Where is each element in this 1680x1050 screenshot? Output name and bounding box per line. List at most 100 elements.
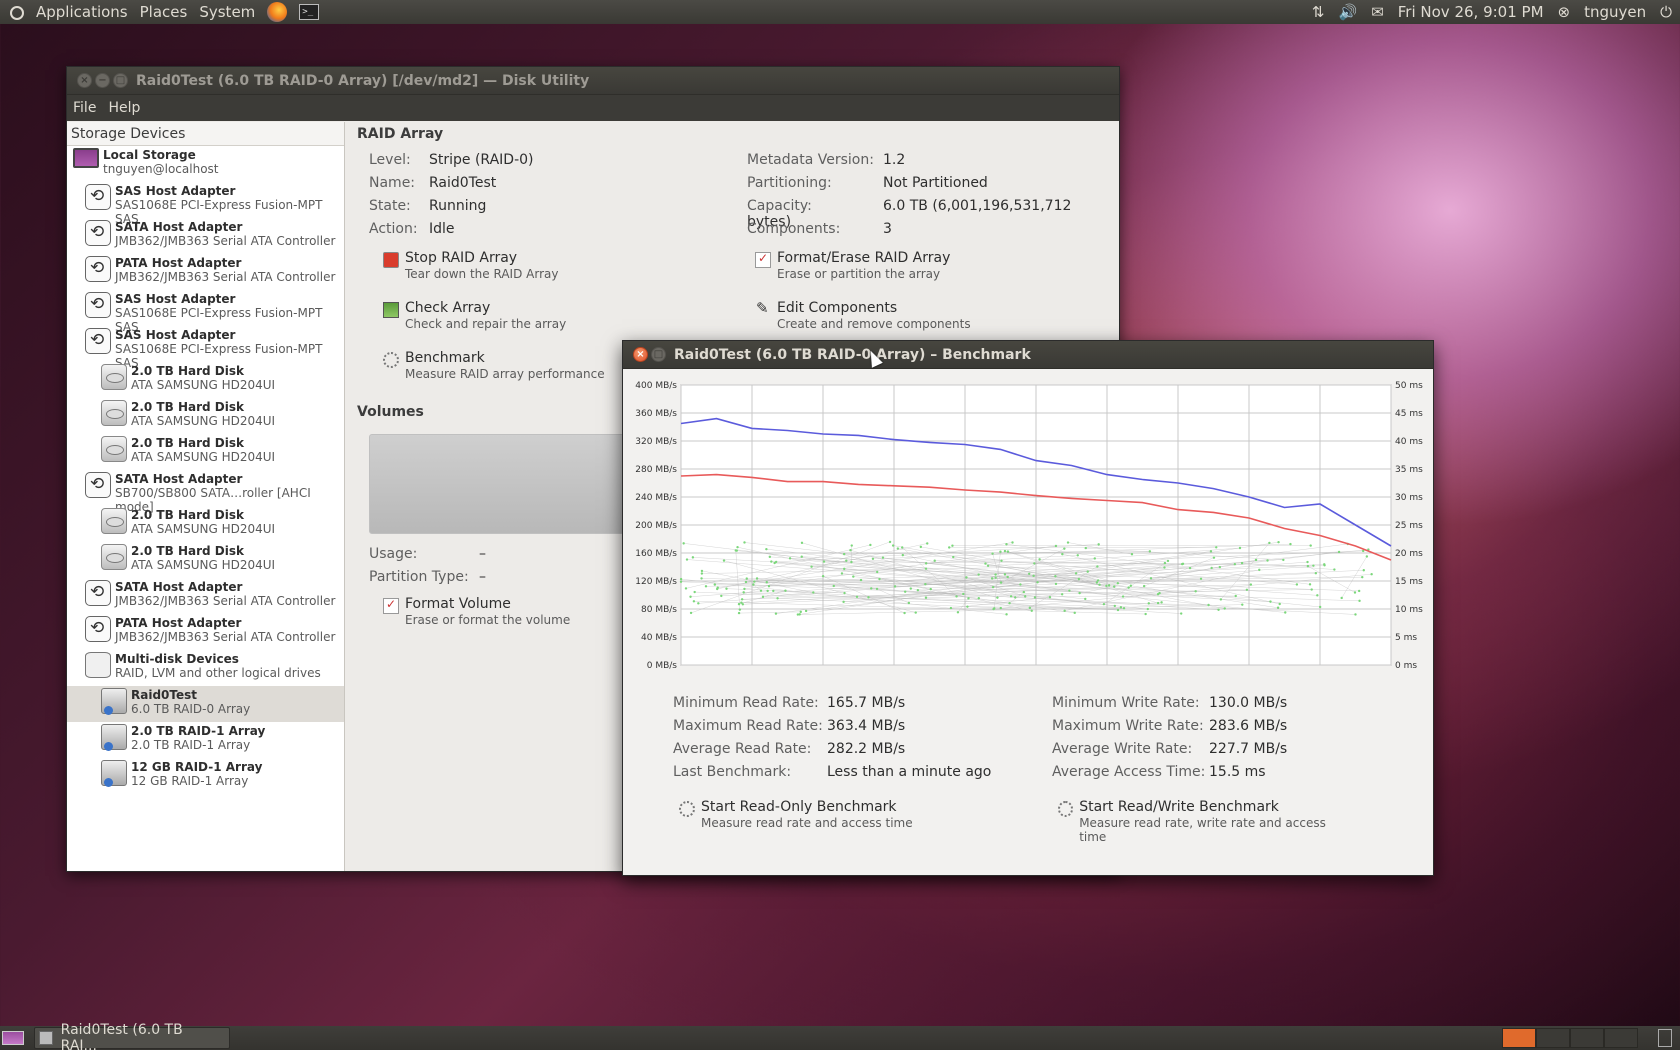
- access-time-point: [962, 592, 965, 596]
- access-time-point: [850, 560, 853, 564]
- adapter-icon: [85, 184, 111, 210]
- sidebar-item[interactable]: SATA Host AdapterJMB362/JMB363 Serial AT…: [67, 218, 344, 254]
- sidebar-item[interactable]: 2.0 TB Hard Disk ATA SAMSUNG HD204UI: [67, 398, 344, 434]
- sidebar-item-title: SAS Host Adapter: [115, 328, 236, 342]
- access-time-point: [767, 584, 771, 588]
- access-time-point: [1156, 601, 1160, 605]
- y-right-tick-label: 30 ms: [1395, 493, 1423, 503]
- sidebar-item[interactable]: Raid0Test 6.0 TB RAID-0 Array: [67, 686, 344, 722]
- access-time-point: [1148, 550, 1152, 553]
- sidebar-item[interactable]: 2.0 TB RAID-1 Array 2.0 TB RAID-1 Array: [67, 722, 344, 758]
- sidebar-item-text: 12 GB RAID-1 Array 12 GB RAID-1 Array: [131, 760, 262, 788]
- sidebar-item[interactable]: 12 GB RAID-1 Array 12 GB RAID-1 Array: [67, 758, 344, 794]
- user-status-icon[interactable]: ⊗: [1558, 3, 1571, 21]
- workspace-2[interactable]: [1536, 1028, 1570, 1048]
- benchmark-button[interactable]: Benchmark Measure RAID array performance: [383, 350, 605, 381]
- access-time-point: [924, 583, 927, 586]
- sidebar-item-title: PATA Host Adapter: [115, 616, 242, 630]
- sidebar-item[interactable]: SAS Host AdapterSAS1068E PCI-Express Fus…: [67, 326, 344, 370]
- applications-menu[interactable]: Applications: [30, 3, 134, 21]
- power-icon[interactable]: ⏻: [1660, 3, 1672, 21]
- sidebar-item[interactable]: PATA Host AdapterJMB362/JMB363 Serial AT…: [67, 614, 344, 650]
- close-icon[interactable]: ×: [633, 347, 648, 362]
- sidebar-item[interactable]: PATA Host AdapterJMB362/JMB363 Serial AT…: [67, 254, 344, 290]
- access-time-point: [700, 569, 704, 573]
- stop-raid-button[interactable]: Stop RAID Array Tear down the RAID Array: [383, 250, 558, 281]
- access-time-point: [1009, 595, 1013, 598]
- access-time-point: [798, 613, 801, 616]
- sidebar-item[interactable]: 2.0 TB Hard Disk ATA SAMSUNG HD204UI: [67, 362, 344, 398]
- file-menu[interactable]: File: [67, 100, 102, 116]
- edit-components-button[interactable]: Edit ComponentsCreate and remove compone…: [755, 300, 971, 331]
- access-time-point: [1149, 577, 1153, 580]
- taskbar-item-disk-utility[interactable]: Raid0Test (6.0 TB RAI...: [34, 1022, 230, 1050]
- maximize-icon[interactable]: □: [113, 73, 128, 88]
- access-time-point: [1084, 597, 1087, 601]
- disk-icon: [101, 364, 127, 390]
- system-menu[interactable]: System: [193, 3, 261, 21]
- terminal-icon[interactable]: >_: [299, 4, 320, 20]
- sidebar-item[interactable]: Multi-disk Devices RAID, LVM and other lo…: [67, 650, 344, 686]
- access-time-point: [1038, 558, 1041, 561]
- ubuntu-logo-icon[interactable]: [6, 2, 26, 22]
- y-left-tick-label: 400 MB/s: [635, 381, 677, 391]
- adapter-icon: [85, 616, 111, 642]
- raid-icon: [101, 724, 127, 751]
- access-time-point: [842, 552, 846, 556]
- sidebar-item[interactable]: 2.0 TB Hard Disk ATA SAMSUNG HD204UI: [67, 434, 344, 470]
- sidebar-item[interactable]: 2.0 TB Hard Disk ATA SAMSUNG HD204UI: [67, 542, 344, 578]
- y-right-tick-label: 10 ms: [1395, 605, 1423, 615]
- show-desktop-icon[interactable]: [2, 1031, 24, 1045]
- minimize-icon[interactable]: −: [95, 73, 110, 88]
- sidebar-item-subtitle: 2.0 TB RAID-1 Array: [131, 738, 251, 752]
- access-time-point: [737, 602, 741, 606]
- volume-icon[interactable]: 🔊: [1339, 3, 1358, 21]
- access-time-point: [1180, 562, 1184, 566]
- field-components: Components: 3: [747, 221, 892, 237]
- sidebar-header: Storage Devices: [67, 122, 344, 146]
- access-time-point: [1276, 606, 1280, 609]
- access-time-point: [924, 567, 928, 570]
- access-time-point: [1160, 601, 1163, 604]
- sidebar-item[interactable]: SATA Host AdapterSB700/SB800 SATA…roller…: [67, 470, 344, 514]
- benchmark-titlebar[interactable]: × □ Raid0Test (6.0 TB RAID-0 Array) – Be…: [623, 341, 1433, 369]
- y-left-tick-label: 160 MB/s: [635, 549, 677, 559]
- window-titlebar[interactable]: × − □ Raid0Test (6.0 TB RAID-0 Array) [/…: [67, 67, 1119, 95]
- access-time-point: [1233, 562, 1237, 566]
- workspace-3[interactable]: [1570, 1028, 1604, 1048]
- access-time-point: [1217, 608, 1220, 611]
- access-time-point: [704, 585, 708, 588]
- format-volume-button[interactable]: Format VolumeErase or format the volume: [383, 596, 570, 627]
- start-readwrite-benchmark-button[interactable]: Start Read/Write Benchmark Measure read r…: [1058, 799, 1338, 844]
- clock[interactable]: Fri Nov 26, 9:01 PM: [1398, 3, 1544, 21]
- sidebar-item[interactable]: 2.0 TB Hard Disk ATA SAMSUNG HD204UI: [67, 506, 344, 542]
- sidebar-item[interactable]: SAS Host AdapterSAS1068E PCI-Express Fus…: [67, 290, 344, 334]
- help-menu[interactable]: Help: [102, 100, 146, 116]
- close-icon[interactable]: ×: [77, 73, 92, 88]
- workspace-1[interactable]: [1502, 1028, 1536, 1048]
- sidebar-item[interactable]: Local Storage tnguyen@localhost: [67, 146, 344, 182]
- access-time-point: [1113, 604, 1117, 608]
- sidebar-item[interactable]: SATA Host AdapterJMB362/JMB363 Serial AT…: [67, 578, 344, 614]
- access-time-point: [776, 597, 779, 600]
- access-time-point: [991, 552, 994, 555]
- sidebar-item-text: 2.0 TB Hard Disk ATA SAMSUNG HD204UI: [131, 508, 275, 536]
- maximize-icon[interactable]: □: [651, 347, 666, 362]
- access-time-point: [1086, 570, 1089, 573]
- check-array-button[interactable]: Check Array Check and repair the array: [383, 300, 566, 331]
- user-name[interactable]: tnguyen: [1584, 3, 1646, 21]
- start-readonly-benchmark-button[interactable]: Start Read-Only Benchmark Measure read ra…: [679, 799, 913, 830]
- access-time-point: [1277, 540, 1280, 544]
- volumes-section-title: Volumes: [357, 404, 424, 420]
- access-time-point: [881, 556, 885, 559]
- places-menu[interactable]: Places: [134, 3, 194, 21]
- network-icon[interactable]: ⇅: [1312, 3, 1325, 21]
- workspace-4[interactable]: [1604, 1028, 1638, 1048]
- access-time-point: [1316, 594, 1319, 597]
- mail-icon[interactable]: ✉: [1371, 3, 1384, 21]
- firefox-icon[interactable]: [267, 2, 288, 22]
- sidebar-item[interactable]: SAS Host AdapterSAS1068E PCI-Express Fus…: [67, 182, 344, 226]
- access-time-point: [1084, 546, 1087, 550]
- format-raid-button[interactable]: Format/Erase RAID ArrayErase or partitio…: [755, 250, 950, 281]
- trash-icon[interactable]: [1658, 1029, 1672, 1047]
